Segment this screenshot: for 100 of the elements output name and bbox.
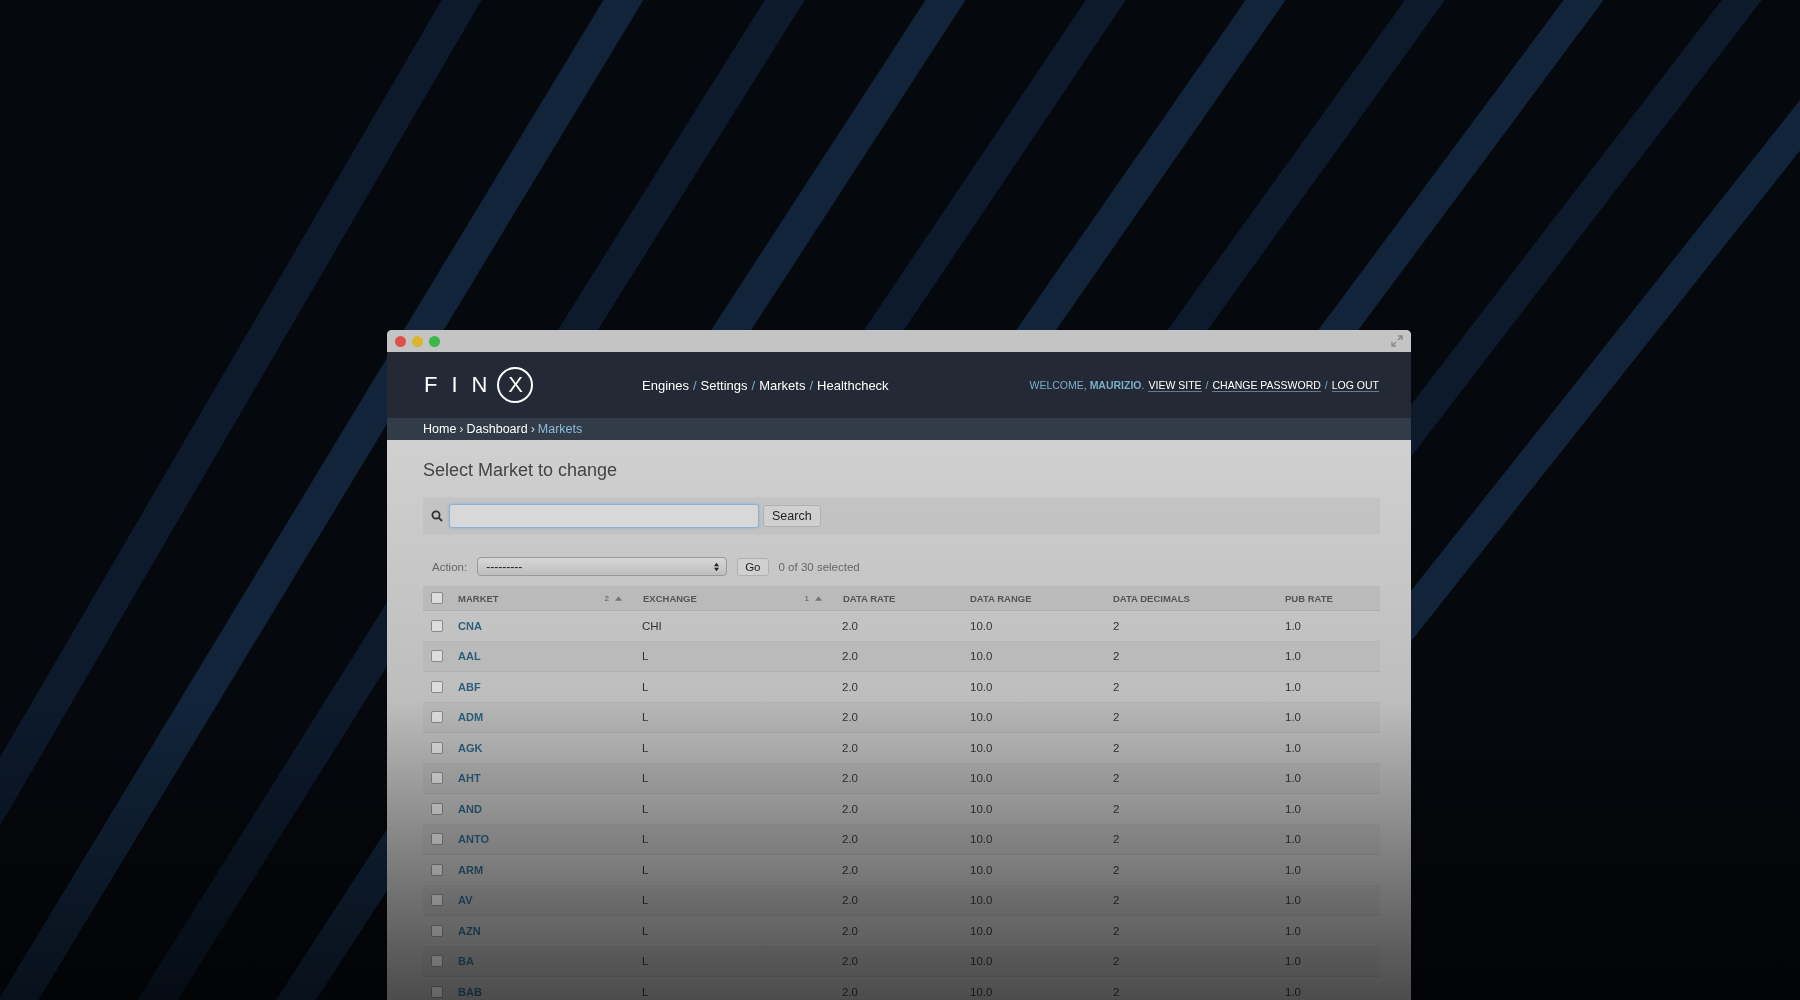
column-header[interactable]: DATA RATE (843, 592, 896, 604)
table-cell: 2 (1113, 802, 1120, 815)
market-link[interactable]: ARM (458, 863, 484, 876)
row-checkbox[interactable] (431, 680, 443, 693)
market-link[interactable]: ADM (458, 711, 484, 724)
table-cell: 2 (1113, 711, 1120, 724)
table-cell: 2.0 (842, 833, 858, 846)
table-cell: 2 (1113, 650, 1120, 663)
row-checkbox[interactable] (431, 619, 443, 632)
table-cell: 10.0 (970, 802, 993, 815)
row-checkbox[interactable] (431, 955, 443, 968)
table-cell: 2.0 (842, 955, 858, 968)
user-link[interactable]: CHANGE PASSWORD (1212, 378, 1321, 392)
market-link[interactable]: CNA (458, 619, 482, 632)
market-link[interactable]: AZN (458, 924, 481, 937)
row-checkbox[interactable] (431, 924, 443, 937)
table-cell: 2.0 (842, 802, 858, 815)
market-link[interactable]: AAL (458, 650, 481, 663)
table-cell: 10.0 (970, 711, 993, 724)
action-select[interactable]: --------- (477, 557, 728, 576)
row-checkbox[interactable] (431, 772, 443, 785)
row-checkbox[interactable] (431, 985, 443, 998)
window-control[interactable] (429, 335, 440, 347)
table-cell: L (642, 985, 649, 998)
logo-circled-letter: X (497, 367, 534, 403)
table-cell: 2 (1113, 894, 1120, 907)
search-icon (431, 510, 443, 522)
market-link[interactable]: ANTO (458, 833, 489, 846)
dropdown-arrows-icon (713, 561, 721, 572)
table-cell: L (642, 894, 649, 907)
table-cell: 2.0 (842, 619, 858, 632)
table-cell: 1.0 (1285, 772, 1301, 785)
action-label: Action: (432, 560, 468, 573)
market-link[interactable]: AHT (458, 772, 481, 785)
table-cell: 2 (1113, 833, 1120, 846)
row-checkbox[interactable] (431, 863, 443, 876)
row-checkbox[interactable] (431, 894, 443, 907)
column-header[interactable]: PUB RATE (1285, 592, 1333, 604)
column-header[interactable]: EXCHANGE (643, 592, 697, 604)
column-header[interactable]: MARKET (458, 592, 499, 604)
row-checkbox[interactable] (431, 650, 443, 663)
table-cell: 2.0 (842, 924, 858, 937)
table-cell: 2.0 (842, 680, 858, 693)
search-button[interactable]: Search (763, 505, 821, 527)
nav-link[interactable]: Markets (759, 377, 806, 393)
nav-separator: / (809, 377, 814, 393)
breadcrumb-link[interactable]: Dashboard (466, 422, 528, 436)
table-cell: 2 (1113, 772, 1120, 785)
table-cell: L (642, 650, 649, 663)
table-cell: 1.0 (1285, 955, 1301, 968)
user-link[interactable]: LOG OUT (1331, 378, 1379, 392)
table-cell: 2.0 (842, 863, 858, 876)
market-link[interactable]: ABF (458, 680, 481, 693)
market-link[interactable]: AV (458, 894, 473, 907)
row-checkbox[interactable] (431, 833, 443, 846)
select-all-checkbox[interactable] (431, 592, 443, 604)
nav-link[interactable]: Healthcheck (817, 377, 889, 393)
table-cell: 1.0 (1285, 619, 1301, 632)
table-cell: 10.0 (970, 741, 993, 754)
table-cell: 1.0 (1285, 894, 1301, 907)
nav-separator: / (693, 377, 697, 393)
table-cell: 10.0 (970, 772, 993, 785)
go-button[interactable]: Go (737, 557, 769, 576)
sort-ascending-icon[interactable] (815, 595, 822, 601)
table-cell: 2 (1113, 680, 1120, 693)
row-checkbox[interactable] (431, 741, 443, 754)
row-checkbox[interactable] (431, 802, 443, 815)
welcome-text: WELCOME, MAURIZIO. (1029, 379, 1145, 391)
breadcrumb-separator: › (459, 422, 464, 436)
column-header[interactable]: DATA RANGE (970, 592, 1032, 604)
nav-link[interactable]: Engines (642, 377, 689, 393)
table-cell: 2.0 (842, 894, 858, 907)
table-cell: 10.0 (970, 924, 993, 937)
table-cell: 10.0 (970, 619, 993, 632)
breadcrumb-separator: › (530, 422, 535, 436)
table-cell: 2.0 (842, 741, 858, 754)
search-field[interactable] (449, 504, 759, 528)
sort-priority: 1 (804, 593, 809, 603)
table-cell: CHI (642, 619, 662, 632)
table-cell: L (642, 955, 649, 968)
user-link[interactable]: VIEW SITE (1148, 378, 1202, 392)
window-control[interactable] (395, 335, 406, 347)
table-cell: 1.0 (1285, 650, 1301, 663)
column-header[interactable]: DATA DECIMALS (1113, 592, 1190, 604)
link-separator: / (1324, 379, 1328, 391)
row-checkbox[interactable] (431, 711, 443, 724)
table-cell: 2.0 (842, 711, 858, 724)
table-cell: 10.0 (970, 863, 993, 876)
table-cell: 2.0 (842, 650, 858, 663)
market-link[interactable]: AND (458, 802, 482, 815)
table-cell: 10.0 (970, 680, 993, 693)
table-cell: L (642, 833, 649, 846)
breadcrumb-link[interactable]: Home (423, 422, 457, 436)
nav-separator: / (751, 377, 756, 393)
breadcrumb-link[interactable]: Markets (537, 422, 583, 436)
expand-icon[interactable] (1391, 335, 1403, 347)
nav-link[interactable]: Settings (700, 377, 748, 393)
sort-ascending-icon[interactable] (615, 595, 622, 601)
market-link[interactable]: AGK (458, 741, 483, 754)
table-cell: 10.0 (970, 894, 993, 907)
